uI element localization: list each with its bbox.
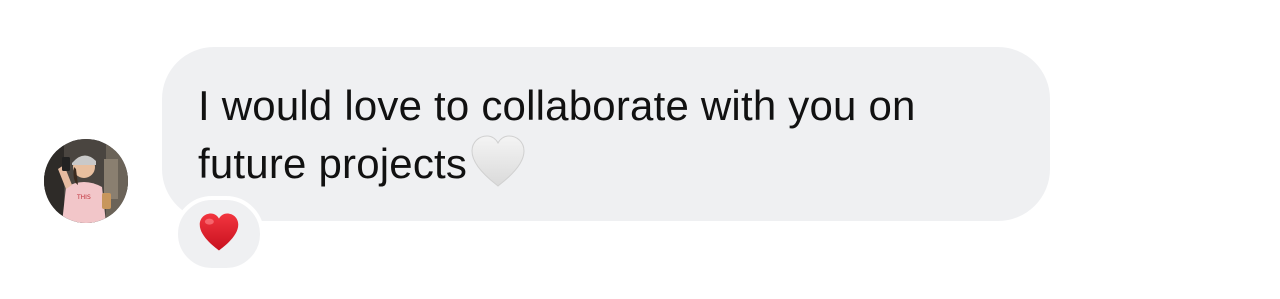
message-bubble[interactable]: I would love to collaborate with you on …: [162, 47, 1050, 221]
svg-text:THIS: THIS: [76, 194, 91, 201]
reaction-badge[interactable]: [174, 196, 264, 272]
message-text: I would love to collaborate with you on …: [198, 77, 1020, 202]
avatar-photo: THIS: [44, 139, 128, 223]
message-line-2: future projects: [198, 140, 468, 187]
message-row: THIS I would love to collaborate with yo…: [0, 0, 1280, 299]
white-heart-icon: [469, 134, 527, 202]
red-heart-icon: [197, 212, 241, 257]
avatar[interactable]: THIS: [44, 139, 128, 223]
message-line-1: I would love to collaborate with you on: [198, 82, 916, 129]
